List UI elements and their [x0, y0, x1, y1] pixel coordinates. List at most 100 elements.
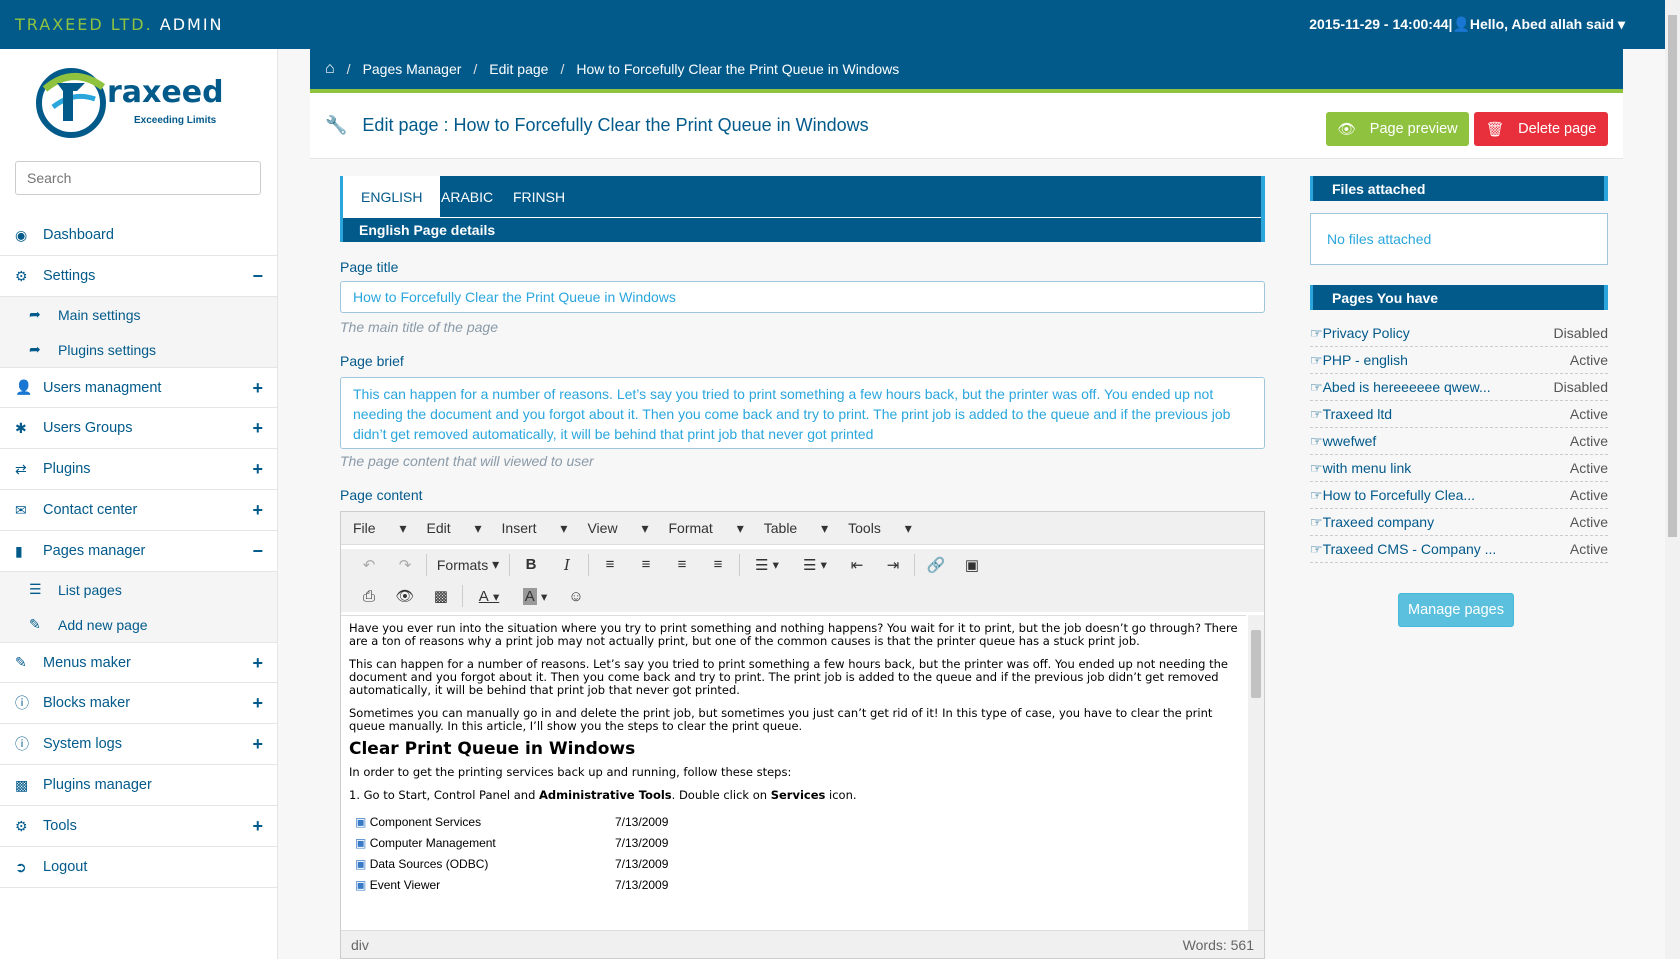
file-date: 7/13/2009: [615, 815, 669, 829]
expand-icon[interactable]: +: [252, 378, 263, 399]
file-name: Component Services: [369, 815, 482, 829]
list-item[interactable]: ☞Privacy Policy Disabled: [1310, 320, 1608, 347]
page-preview-button[interactable]: 👁 Page preview: [1326, 112, 1469, 146]
brand[interactable]: TRAXEED LTD. ADMIN: [15, 15, 224, 34]
bold-icon[interactable]: B: [513, 552, 549, 578]
editor-scrollbar[interactable]: [1248, 615, 1264, 931]
sidebar-item-pages-manager[interactable]: ▮ Pages manager −: [0, 531, 277, 572]
envelope-icon: ✉: [15, 501, 27, 518]
sidebar-item-plugins[interactable]: ⇄ Plugins +: [0, 449, 277, 490]
media-icon[interactable]: ▩: [423, 583, 459, 609]
list-item[interactable]: ☞Traxeed ltd Active: [1310, 401, 1608, 428]
expand-icon[interactable]: +: [252, 693, 263, 714]
print-icon[interactable]: ⎙: [351, 583, 387, 609]
sidebar-item-blocks-maker[interactable]: ⓘ Blocks maker +: [0, 683, 277, 724]
delete-page-button[interactable]: 🗑 Delete page: [1474, 112, 1608, 146]
expand-icon[interactable]: +: [252, 418, 263, 439]
outdent-icon[interactable]: ⇤: [839, 552, 875, 578]
page-status: Active: [1569, 433, 1608, 449]
menu-format[interactable]: Format ▾: [668, 520, 743, 537]
undo-icon[interactable]: ↶: [351, 552, 387, 578]
page-brief-textarea[interactable]: This can happen for a number of reasons.…: [340, 377, 1265, 449]
image-icon[interactable]: ▣: [954, 552, 990, 578]
expand-icon[interactable]: +: [252, 653, 263, 674]
toolbar-divider: [914, 553, 915, 576]
sidebar-item-system-logs[interactable]: ⓘ System logs +: [0, 724, 277, 765]
hand-right-icon: ☞: [1310, 405, 1323, 422]
step-text: . Double click on: [671, 788, 771, 802]
sidebar-item-logout[interactable]: ➲ Logout: [0, 847, 277, 888]
page-name: Privacy Policy: [1322, 324, 1410, 341]
align-justify-icon[interactable]: ≡: [700, 552, 736, 578]
preview-icon[interactable]: 👁: [387, 583, 423, 609]
scrollbar-thumb[interactable]: [1668, 15, 1677, 537]
menu-tools[interactable]: Tools ▾: [848, 520, 912, 537]
sidebar-item-plugins-manager[interactable]: ▩ Plugins manager: [0, 765, 277, 806]
user-info[interactable]: 2015-11-29 - 14:00:44|👤Hello, Abed allah…: [1309, 16, 1625, 33]
sidebar-item-contact-center[interactable]: ✉ Contact center +: [0, 490, 277, 531]
breadcrumb-edit-page[interactable]: Edit page: [489, 61, 548, 77]
italic-icon[interactable]: I: [549, 552, 585, 578]
list-item[interactable]: ☞Traxeed CMS - Company ... Active: [1310, 536, 1608, 563]
menu-insert[interactable]: Insert ▾: [502, 520, 568, 537]
page-brief-help: The page content that will viewed to use…: [340, 453, 594, 469]
breadcrumb-pages-manager[interactable]: Pages Manager: [363, 61, 462, 77]
breadcrumb-separator: /: [346, 61, 351, 77]
sidebar-item-list-pages[interactable]: ☰ List pages: [0, 572, 277, 607]
menu-file[interactable]: File ▾: [353, 520, 406, 537]
menu-edit[interactable]: Edit ▾: [426, 520, 481, 537]
expand-icon[interactable]: +: [252, 459, 263, 480]
list-item[interactable]: ☞Traxeed company Active: [1310, 509, 1608, 536]
bullet-list-icon[interactable]: ☰ ▾: [743, 552, 791, 578]
sidebar-item-plugins-settings[interactable]: ➦ Plugins settings: [0, 332, 277, 367]
scrollbar-thumb[interactable]: [1251, 630, 1261, 698]
sidebar-item-settings[interactable]: ⚙ Settings −: [0, 256, 277, 297]
list-item[interactable]: ☞Abed is hereeeeee qwew... Disabled: [1310, 374, 1608, 401]
sidebar-item-add-new-page[interactable]: ✎ Add new page: [0, 607, 277, 642]
formats-dropdown[interactable]: Formats ▾: [430, 552, 506, 578]
sidebar-item-label: Menus maker: [43, 654, 131, 671]
sidebar-item-menus-maker[interactable]: ✎ Menus maker +: [0, 642, 277, 683]
sidebar-item-dashboard[interactable]: ◉ Dashboard: [0, 215, 277, 256]
expand-icon[interactable]: +: [252, 734, 263, 755]
background-color-icon[interactable]: A ▾: [512, 583, 558, 609]
page-status: Active: [1569, 487, 1608, 503]
sidebar-item-main-settings[interactable]: ➦ Main settings: [0, 297, 277, 332]
list-item[interactable]: ☞How to Forcefully Clea... Active: [1310, 482, 1608, 509]
list-item[interactable]: ☞with menu link Active: [1310, 455, 1608, 482]
redo-icon[interactable]: ↷: [387, 552, 423, 578]
text-color-icon[interactable]: A ▾: [466, 583, 512, 609]
align-center-icon[interactable]: ≡: [628, 552, 664, 578]
step-bold: Services: [770, 788, 826, 802]
emoticons-icon[interactable]: ☺: [558, 583, 594, 609]
list-item[interactable]: ☞PHP - english Active: [1310, 347, 1608, 374]
manage-pages-button[interactable]: Manage pages: [1398, 593, 1514, 627]
sidebar-item-users-groups[interactable]: ✱ Users Groups +: [0, 408, 277, 449]
list-item[interactable]: ☞wwefwef Active: [1310, 428, 1608, 455]
element-path[interactable]: div: [351, 937, 369, 953]
dashboard-icon: ◉: [15, 226, 28, 243]
gear-icon: ⚙: [15, 267, 28, 284]
numbered-list-icon[interactable]: ☰ ▾: [791, 552, 839, 578]
indent-icon[interactable]: ⇥: [875, 552, 911, 578]
tab-frinsh[interactable]: FRINSH: [495, 176, 583, 217]
sidebar-item-tools[interactable]: ⚙ Tools +: [0, 806, 277, 847]
datetime: 2015-11-29 - 14:00:44: [1309, 16, 1449, 32]
search-input[interactable]: [15, 161, 261, 195]
home-icon[interactable]: ⌂: [325, 60, 335, 78]
align-right-icon[interactable]: ≡: [664, 552, 700, 578]
collapse-icon[interactable]: −: [252, 266, 263, 287]
file-name: Event Viewer: [369, 878, 441, 892]
page-scrollbar[interactable]: [1665, 0, 1680, 959]
editor-content[interactable]: Have you ever run into the situation whe…: [341, 615, 1246, 931]
menu-view[interactable]: View ▾: [587, 520, 648, 537]
link-icon[interactable]: 🔗: [918, 552, 954, 578]
expand-icon[interactable]: +: [252, 500, 263, 521]
page-status: Active: [1569, 460, 1608, 476]
page-title-input[interactable]: [340, 281, 1265, 313]
expand-icon[interactable]: +: [252, 816, 263, 837]
collapse-icon[interactable]: −: [252, 541, 263, 562]
sidebar-item-users-managment[interactable]: 👤 Users managment +: [0, 367, 277, 408]
align-left-icon[interactable]: ≡: [592, 552, 628, 578]
menu-table[interactable]: Table ▾: [764, 520, 828, 537]
